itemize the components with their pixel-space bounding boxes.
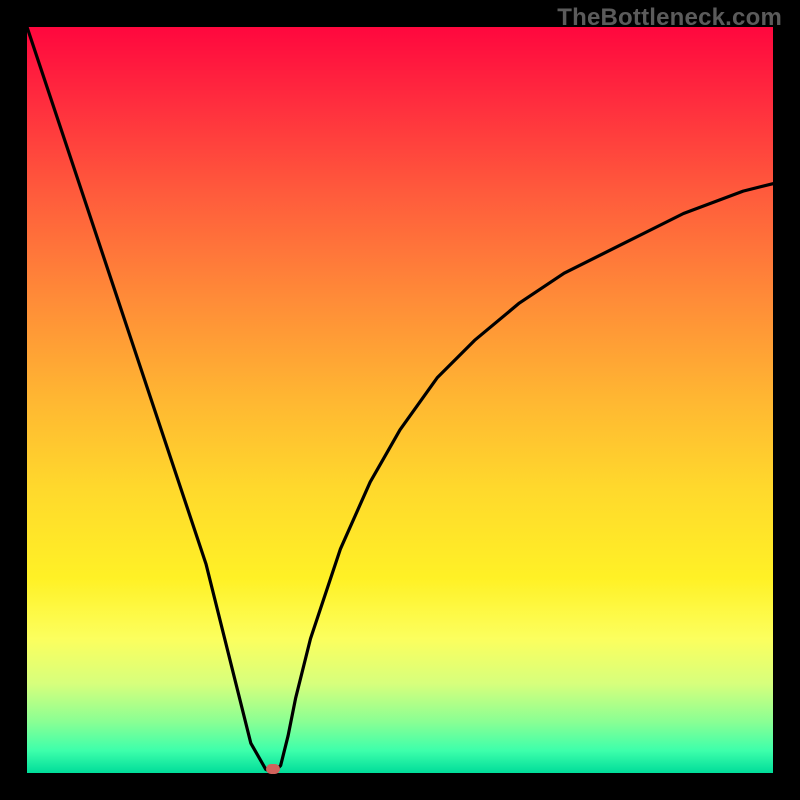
optimal-marker xyxy=(266,764,280,774)
bottleneck-curve xyxy=(27,27,773,773)
plot-area xyxy=(27,27,773,773)
curve-svg xyxy=(27,27,773,773)
chart-frame: TheBottleneck.com xyxy=(0,0,800,800)
